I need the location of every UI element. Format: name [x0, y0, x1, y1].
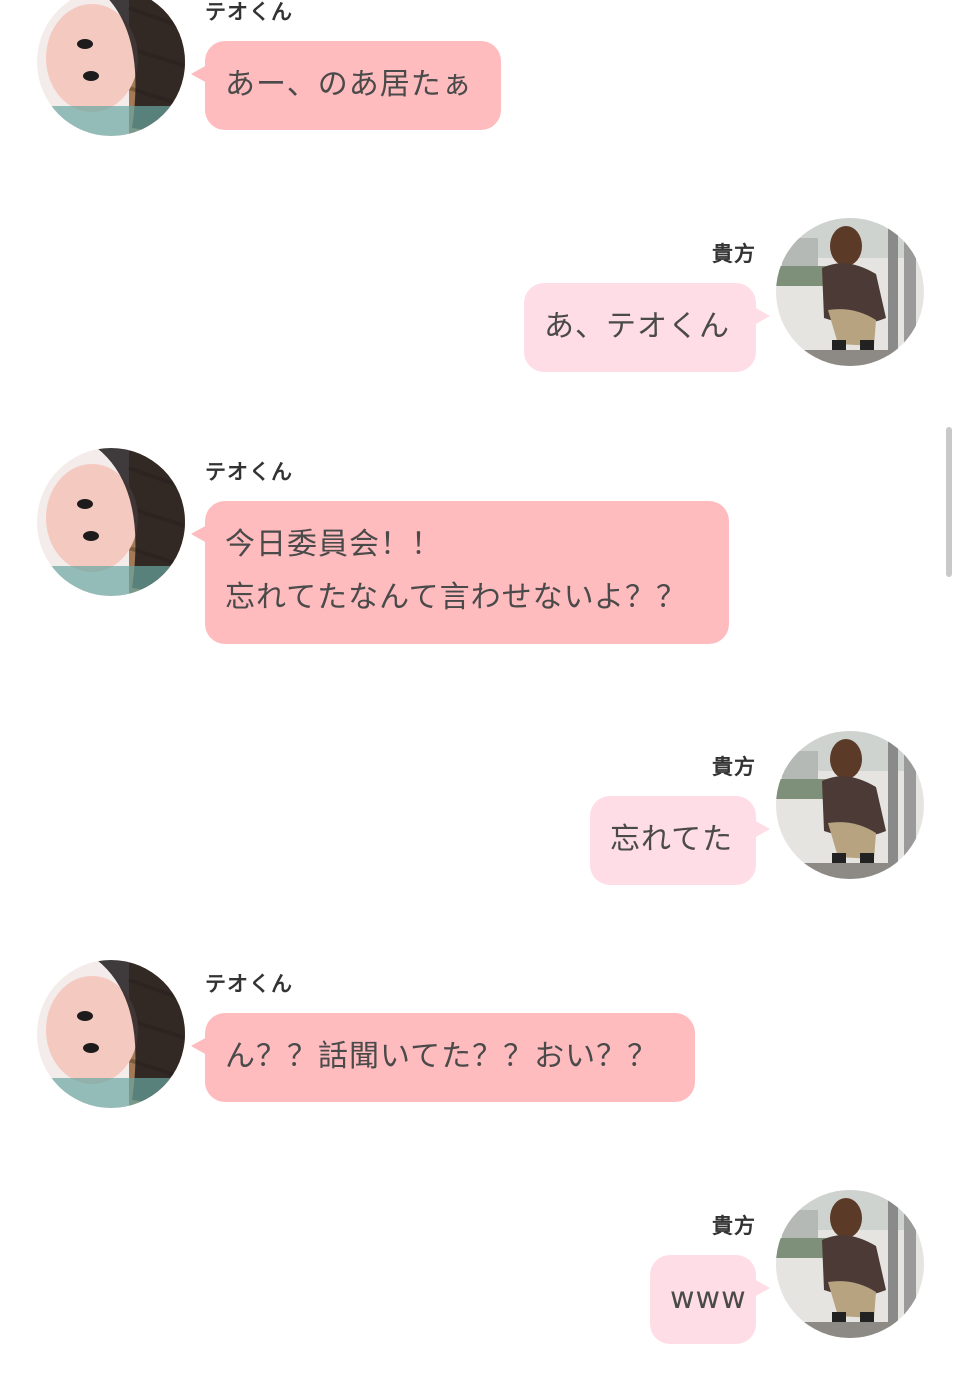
me-avatar[interactable]	[776, 1190, 924, 1338]
me-avatar[interactable]	[776, 218, 924, 366]
bubble-tail	[754, 820, 770, 838]
message-row: テオくん ん？？話聞いてた？？おい？？	[0, 960, 960, 1120]
message-bubble[interactable]: 忘れてた	[590, 796, 770, 885]
bubble-tail	[191, 65, 207, 83]
message-text: あ、テオくん	[544, 309, 730, 344]
teo-avatar-image	[37, 960, 185, 1108]
speaker-name: テオくん	[205, 460, 293, 484]
message-bubble[interactable]: あー、のあ居たぁ	[191, 41, 501, 130]
me-avatar-image	[776, 218, 924, 366]
message-row: 貴方 忘れてた	[0, 731, 960, 891]
teo-avatar[interactable]	[37, 448, 185, 596]
speaker-name: 貴方	[712, 1214, 756, 1238]
message-row: テオくん 今日委員会！！ 忘れてたなんて言わせないよ？？	[0, 448, 960, 658]
bubble-tail	[754, 1279, 770, 1297]
message-text: 忘れてた	[610, 822, 734, 857]
message-bubble[interactable]: www	[650, 1255, 770, 1344]
bubble-tail	[191, 1037, 207, 1055]
message-text-line: 今日委員会！！	[225, 527, 442, 562]
me-avatar-image	[776, 1190, 924, 1338]
teo-avatar[interactable]	[37, 960, 185, 1108]
message-bubble[interactable]: ん？？話聞いてた？？おい？？	[191, 1013, 695, 1102]
message-text-line: 忘れてたなんて言わせないよ？？	[225, 580, 687, 615]
message-text: あー、のあ居たぁ	[225, 67, 473, 102]
message-bubble[interactable]: あ、テオくん	[524, 283, 770, 372]
me-avatar[interactable]	[776, 731, 924, 879]
bubble-tail	[754, 307, 770, 325]
teo-avatar-image	[37, 448, 185, 596]
bubble-tail	[191, 525, 207, 543]
speaker-name: テオくん	[205, 972, 293, 996]
me-avatar-image	[776, 731, 924, 879]
message-row: テオくん あー、のあ居たぁ	[0, 0, 960, 148]
message-text: www	[670, 1281, 747, 1316]
message-row: 貴方 www	[0, 1190, 960, 1350]
speaker-name: 貴方	[712, 755, 756, 779]
speaker-name: テオくん	[205, 0, 293, 24]
scrollbar[interactable]	[946, 427, 952, 577]
teo-avatar[interactable]	[37, 0, 185, 136]
message-text: ん？？話聞いてた？？おい？？	[225, 1039, 659, 1074]
speaker-name: 貴方	[712, 242, 756, 266]
message-bubble[interactable]: 今日委員会！！ 忘れてたなんて言わせないよ？？	[191, 501, 729, 644]
teo-avatar-image	[37, 0, 185, 136]
message-row: 貴方 あ、テオくん	[0, 218, 960, 378]
